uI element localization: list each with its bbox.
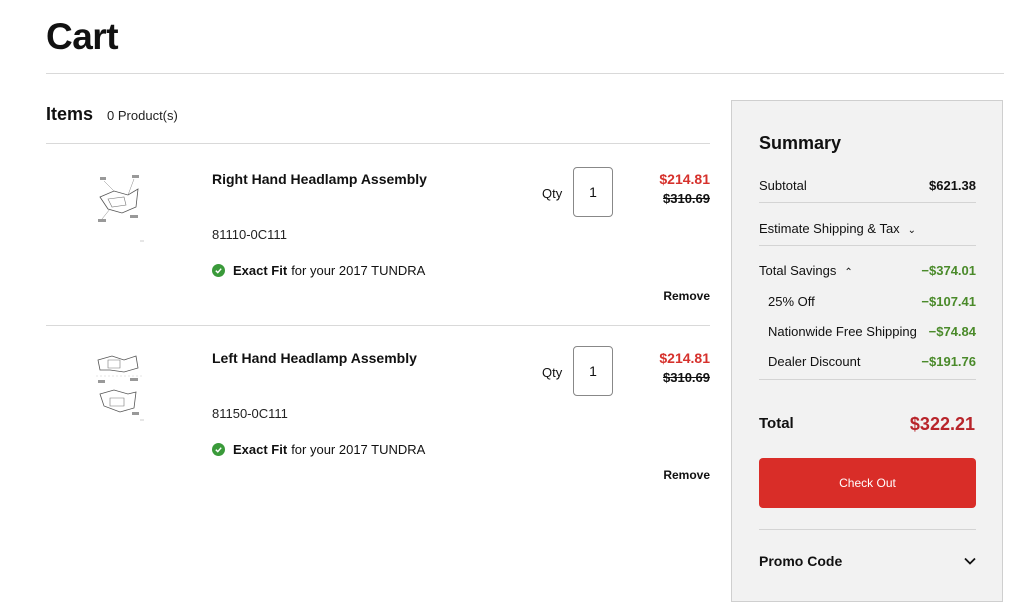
title-divider [46, 73, 1004, 74]
check-circle-icon [212, 264, 225, 277]
items-divider [46, 143, 710, 144]
discount-value: −$191.76 [921, 354, 976, 369]
discount-row: Dealer Discount −$191.76 [768, 354, 976, 369]
quantity-input[interactable] [573, 167, 613, 217]
fit-status: Exact Fit for your 2017 TUNDRA [212, 263, 425, 278]
discount-row: 25% Off −$107.41 [768, 294, 976, 309]
summary-divider [759, 245, 976, 246]
original-price: $310.69 [663, 370, 710, 385]
total-savings-toggle[interactable]: Total Savings ⌃ −$374.01 [759, 263, 976, 278]
check-circle-icon [212, 443, 225, 456]
summary-divider [759, 529, 976, 530]
item-name[interactable]: Left Hand Headlamp Assembly [212, 350, 417, 366]
sale-price: $214.81 [659, 350, 710, 366]
page-title: Cart [46, 16, 119, 57]
chevron-up-icon: ⌃ [844, 267, 853, 278]
subtotal-label: Subtotal [759, 178, 807, 193]
item-sku: 81110-0C111 [212, 227, 287, 242]
chevron-down-icon [964, 557, 976, 565]
subtotal-row: Subtotal $621.38 [759, 178, 976, 193]
checkout-button[interactable]: Check Out [759, 458, 976, 508]
discount-label: Dealer Discount [768, 354, 861, 369]
chevron-down-icon: ⌄ [907, 225, 917, 236]
product-thumbnail[interactable] [94, 346, 146, 422]
total-label: Total [759, 415, 794, 432]
promo-code-toggle[interactable]: Promo Code [759, 553, 976, 569]
qty-label: Qty [542, 186, 563, 201]
discount-value: −$74.84 [928, 324, 976, 339]
remove-button[interactable]: Remove [663, 468, 710, 482]
fit-text: for your 2017 TUNDRA [291, 442, 426, 457]
shipping-tax-label: Estimate Shipping & Tax ⌄ [759, 221, 917, 236]
shipping-tax-toggle[interactable]: Estimate Shipping & Tax ⌄ [759, 221, 976, 236]
summary-divider [759, 379, 976, 380]
items-header: Items 0 Product(s) [46, 104, 178, 125]
discount-label: 25% Off [768, 294, 815, 309]
item-sku: 81150-0C111 [212, 406, 288, 421]
discount-row: Nationwide Free Shipping −$74.84 [768, 324, 976, 339]
fit-status: Exact Fit for your 2017 TUNDRA [212, 442, 425, 457]
quantity-input[interactable] [573, 346, 613, 396]
original-price: $310.69 [663, 191, 710, 206]
summary-divider [759, 202, 976, 203]
fit-text: for your 2017 TUNDRA [291, 263, 426, 278]
items-title: Items [46, 104, 94, 124]
cart-item: Left Hand Headlamp Assembly 81150-0C111 … [46, 324, 710, 504]
summary-title: Summary [759, 133, 842, 153]
item-name[interactable]: Right Hand Headlamp Assembly [212, 171, 427, 187]
cart-item: Right Hand Headlamp Assembly 81110-0C111… [46, 145, 710, 325]
fit-label: Exact Fit [233, 263, 288, 278]
qty-label: Qty [542, 365, 563, 380]
promo-code-label: Promo Code [759, 553, 843, 569]
sale-price: $214.81 [659, 171, 710, 187]
discount-value: −$107.41 [921, 294, 976, 309]
total-savings-value: −$374.01 [921, 263, 976, 278]
discount-label: Nationwide Free Shipping [768, 324, 917, 339]
fit-label: Exact Fit [233, 442, 288, 457]
remove-button[interactable]: Remove [663, 289, 710, 303]
subtotal-value: $621.38 [929, 178, 976, 193]
product-thumbnail[interactable] [94, 167, 146, 243]
total-savings-label: Total Savings ⌃ [759, 263, 853, 278]
items-count: 0 Product(s) [107, 108, 178, 123]
order-summary-panel: Summary Subtotal $621.38 Estimate Shippi… [731, 100, 1003, 602]
total-value: $322.21 [909, 414, 975, 434]
